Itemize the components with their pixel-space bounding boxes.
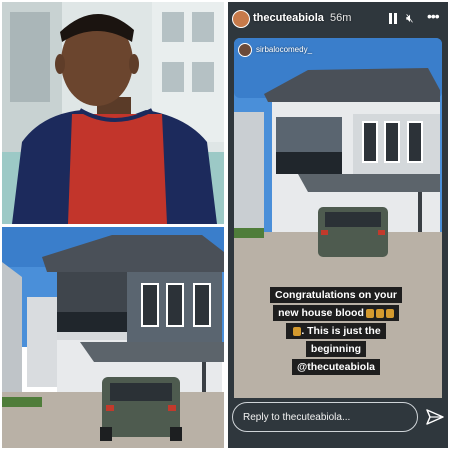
emoji-icon xyxy=(385,308,394,318)
instagram-story: thecuteabiola 56m 🔇︎ ••• sirbalocomedy_ … xyxy=(228,2,448,448)
more-icon[interactable]: ••• xyxy=(427,8,440,24)
caption-line-2: new house blood xyxy=(273,305,399,321)
story-time: 56m xyxy=(330,12,352,24)
emoji-icon xyxy=(365,308,374,318)
caption-line-3: . This is just the xyxy=(286,323,386,339)
caption-line-2-text: new house blood xyxy=(278,307,364,319)
reply-input[interactable] xyxy=(232,402,418,432)
story-caption: Congratulations on your new house blood … xyxy=(250,285,422,375)
send-icon[interactable] xyxy=(426,409,444,425)
emoji-icon xyxy=(375,308,384,318)
caption-line-3-text: . This is just the xyxy=(301,325,381,337)
caption-line-1: Congratulations on your xyxy=(270,287,402,303)
mention-avatar xyxy=(238,43,252,57)
mute-icon[interactable]: 🔇︎ xyxy=(406,11,414,26)
house-photo xyxy=(2,227,224,448)
pause-icon[interactable] xyxy=(388,13,398,24)
story-username[interactable]: thecuteabiola 56m xyxy=(253,12,351,24)
story-header: thecuteabiola 56m 🔇︎ ••• xyxy=(228,2,448,42)
mention-username[interactable]: sirbalocomedy_ xyxy=(256,45,312,54)
caption-line-5[interactable]: @thecuteabiola xyxy=(292,359,380,375)
portrait-photo xyxy=(2,2,224,224)
caption-line-4: beginning xyxy=(305,341,367,357)
story-photo xyxy=(228,2,448,448)
username-text: thecuteabiola xyxy=(253,12,324,24)
story-avatar[interactable] xyxy=(232,10,250,28)
